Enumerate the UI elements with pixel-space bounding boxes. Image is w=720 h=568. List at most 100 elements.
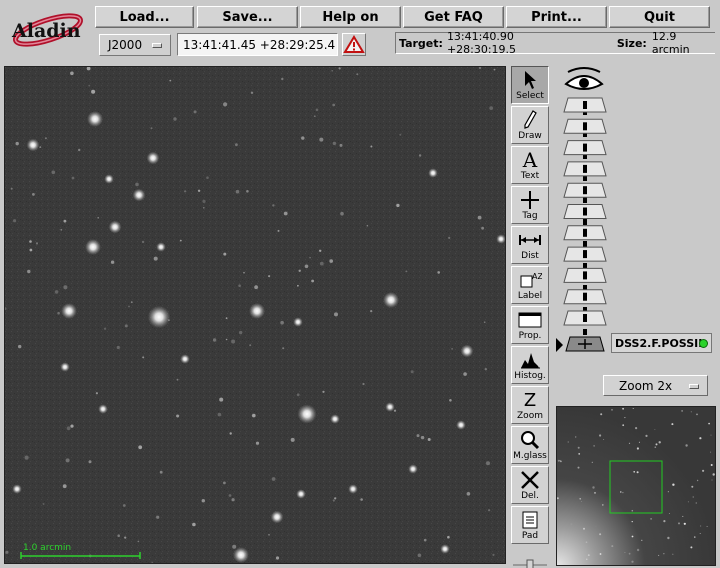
tool-pad[interactable]: Pad [511, 506, 549, 544]
star [408, 464, 418, 474]
faint-star [239, 330, 243, 335]
faint-star [141, 240, 145, 244]
thumb-star [624, 552, 626, 553]
faint-star [70, 424, 74, 428]
thumb-star [692, 496, 694, 498]
warning-button[interactable] [342, 33, 366, 56]
faint-star [277, 229, 280, 232]
coordinate-field[interactable]: 13:41:41.45 +28:29:25.4 [177, 33, 338, 56]
star [348, 484, 358, 494]
thumb-star [690, 546, 693, 549]
thumb-star [594, 492, 596, 494]
faint-star [103, 327, 107, 330]
faint-star [66, 426, 71, 431]
help-button[interactable]: Help on [300, 6, 401, 28]
tool-del[interactable]: Del. [511, 466, 549, 504]
load-button[interactable]: Load... [95, 6, 194, 28]
faint-star [322, 390, 325, 393]
star [61, 303, 77, 319]
faint-star [339, 143, 343, 147]
faint-star [137, 540, 140, 543]
thumb-star [672, 553, 674, 555]
thumb-star [706, 526, 708, 527]
thumb-star [557, 459, 560, 462]
star [385, 402, 395, 412]
tool-zoom[interactable]: Z Zoom [511, 386, 549, 424]
text-A-icon: A [522, 148, 538, 172]
faq-button[interactable]: Get FAQ [403, 6, 504, 28]
faint-star [319, 261, 324, 266]
star [296, 489, 306, 499]
faint-star [393, 409, 397, 412]
thumb-star [696, 413, 698, 416]
star [460, 344, 474, 358]
faint-star [319, 137, 324, 142]
faint-star [159, 470, 163, 474]
tool-label: Select [516, 91, 544, 101]
window-icon [517, 309, 543, 331]
save-button[interactable]: Save... [197, 6, 298, 28]
thumb-star [631, 509, 634, 512]
zoom-select[interactable]: Zoom 2x [603, 375, 708, 396]
tool-histog[interactable]: Histog. [511, 346, 549, 384]
thumb-star [624, 417, 626, 419]
faint-star [271, 477, 276, 481]
faint-star [122, 504, 126, 507]
star [87, 111, 103, 127]
faint-star [420, 435, 425, 440]
tool-label[interactable]: AZ Label [511, 266, 549, 304]
layer-stack[interactable] [556, 60, 716, 356]
faint-star [217, 412, 222, 417]
faint-star [168, 319, 170, 321]
faint-star [184, 190, 187, 193]
faint-star [332, 103, 336, 107]
thumb-star [636, 447, 639, 450]
faint-star [238, 284, 241, 287]
tool-slider[interactable] [511, 555, 549, 568]
frame-select[interactable]: J2000 [99, 34, 171, 56]
star [132, 188, 146, 202]
thumb-star [663, 553, 665, 555]
tool-tag[interactable]: Tag [511, 186, 549, 224]
overview-thumbnail[interactable] [556, 406, 716, 566]
faint-star [228, 494, 232, 497]
tool-prop[interactable]: Prop. [511, 306, 549, 344]
thumb-star [628, 552, 631, 555]
tool-dist[interactable]: Dist [511, 226, 549, 264]
label-icon: AZ [517, 269, 543, 291]
faint-star [272, 204, 275, 207]
quit-button[interactable]: Quit [609, 6, 710, 28]
faint-star [35, 242, 39, 245]
sky-image-view[interactable]: 1.0 arcmin [4, 66, 506, 564]
faint-star [451, 348, 453, 350]
faint-star [338, 67, 341, 70]
faint-star [410, 370, 414, 374]
faint-star [488, 509, 491, 512]
faint-star [110, 260, 115, 264]
faint-star [486, 461, 490, 466]
faint-star [282, 347, 285, 350]
tool-text[interactable]: A Text [511, 146, 549, 184]
tool-label: Text [520, 171, 540, 181]
faint-star [117, 534, 120, 537]
thumb-star [672, 483, 675, 486]
tool-draw[interactable]: Draw [511, 106, 549, 144]
plus-icon [517, 189, 543, 211]
faint-star [60, 228, 63, 231]
faint-star [449, 399, 452, 402]
faint-star [329, 259, 334, 263]
tool-mglass[interactable]: M.glass [511, 426, 549, 464]
thumb-star [603, 439, 605, 440]
faint-star [29, 248, 33, 252]
faint-star [366, 224, 369, 227]
faint-star [298, 269, 301, 272]
faint-star [250, 91, 254, 94]
thumb-star [592, 486, 595, 489]
survey-layer-label[interactable]: DSS2.F.POSSII [611, 333, 712, 353]
print-button[interactable]: Print... [506, 6, 607, 28]
faint-star [405, 270, 408, 273]
faint-star [417, 553, 422, 558]
thumb-star [654, 446, 657, 448]
faint-star [65, 458, 70, 463]
tool-select[interactable]: Select [511, 66, 549, 104]
